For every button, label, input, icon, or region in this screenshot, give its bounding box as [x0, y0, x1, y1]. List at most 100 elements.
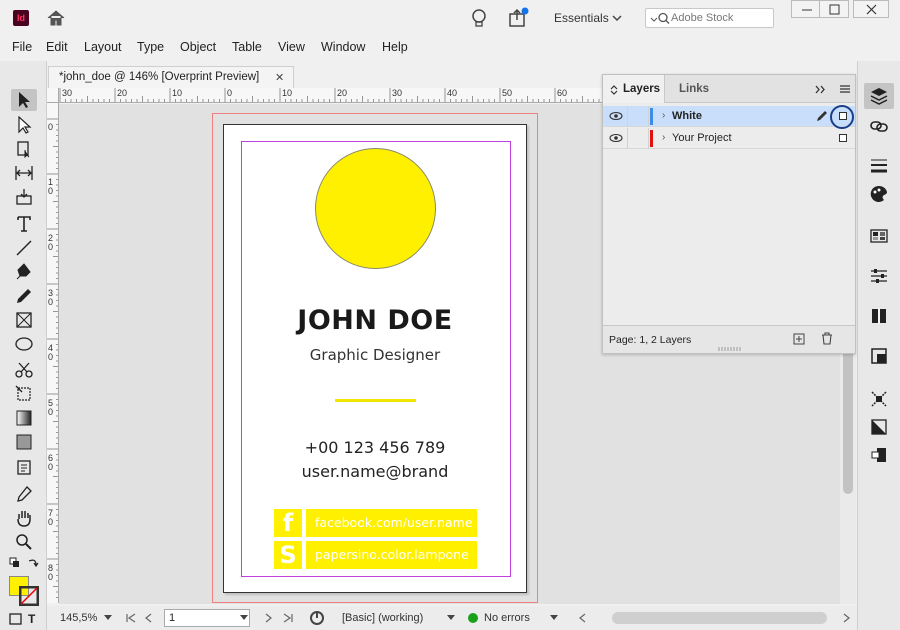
chevron-down-icon[interactable] — [240, 615, 248, 621]
visibility-eye-icon[interactable] — [609, 111, 623, 121]
page-tool[interactable] — [11, 138, 37, 160]
layer-row-white[interactable]: › White — [603, 105, 855, 129]
layer-selection-square[interactable] — [839, 112, 847, 120]
panel-menu-icon[interactable] — [839, 84, 851, 94]
first-page-icon[interactable] — [126, 613, 136, 623]
home-icon[interactable] — [46, 8, 66, 28]
menu-object[interactable]: Object — [180, 40, 216, 54]
dock-color-button[interactable] — [864, 181, 894, 207]
card-name[interactable]: JOHN DOE — [224, 305, 526, 336]
menu-file[interactable]: File — [12, 40, 32, 54]
pen-tool[interactable] — [11, 261, 37, 283]
expand-layer-icon[interactable]: › — [662, 110, 665, 121]
preflight-errors[interactable]: No errors — [484, 612, 530, 624]
format-container-icon[interactable] — [9, 613, 23, 625]
dock-pages-button[interactable] — [864, 303, 894, 329]
visibility-eye-icon[interactable] — [609, 133, 623, 143]
chevron-down-icon[interactable] — [612, 13, 622, 23]
ruler-origin[interactable] — [47, 88, 59, 103]
direct-selection-tool[interactable] — [11, 114, 37, 136]
trash-icon[interactable] — [821, 332, 833, 345]
swap-colors-icon[interactable] — [27, 557, 39, 569]
minimize-button[interactable] — [791, 0, 821, 18]
chevron-down-icon[interactable] — [104, 615, 112, 621]
card-phone[interactable]: +00 123 456 789 — [224, 438, 526, 457]
tab-links[interactable]: Links — [679, 83, 709, 95]
dock-layers-button[interactable] — [864, 83, 894, 109]
ellipse-tool[interactable] — [11, 333, 37, 355]
card-email[interactable]: user.name@brand — [224, 462, 526, 481]
horizontal-scrollbar-thumb[interactable] — [612, 612, 827, 624]
social-skype-text[interactable]: papersino.color.lampone — [306, 541, 477, 569]
document-tab[interactable]: *john_doe @ 146% [Overprint Preview] ✕ — [48, 66, 294, 88]
scrollbar-thumb[interactable] — [843, 344, 853, 494]
stock-search-input[interactable]: Adobe Stock — [645, 8, 774, 28]
dock-effects-button[interactable] — [864, 386, 894, 412]
dock-cc-libraries-button[interactable] — [864, 343, 894, 369]
photo-placeholder-circle[interactable] — [315, 148, 436, 269]
menu-type[interactable]: Type — [137, 40, 164, 54]
dock-stroke-button[interactable] — [864, 153, 894, 179]
share-icon[interactable] — [507, 7, 529, 29]
tab-layers[interactable]: Layers — [603, 75, 665, 103]
scroll-left-icon[interactable] — [578, 613, 588, 623]
panel-resize-grip[interactable] — [718, 346, 742, 352]
layer-name[interactable]: Your Project — [672, 132, 732, 144]
gradient-swatch-tool[interactable] — [11, 407, 37, 429]
card-divider[interactable] — [335, 399, 416, 402]
menu-view[interactable]: View — [278, 40, 305, 54]
panel-expand-icon[interactable] — [815, 85, 827, 94]
chevron-down-icon[interactable] — [550, 615, 558, 621]
card-job-title[interactable]: Graphic Designer — [224, 346, 526, 364]
new-layer-icon[interactable] — [793, 333, 805, 345]
chevron-down-icon[interactable] — [447, 615, 455, 621]
scissors-tool[interactable] — [11, 359, 37, 381]
dock-links-button[interactable] — [864, 113, 894, 139]
lightbulb-icon[interactable] — [470, 8, 488, 28]
skype-icon[interactable]: S — [274, 541, 302, 569]
menu-edit[interactable]: Edit — [46, 40, 68, 54]
page-number-field[interactable]: 1 — [164, 609, 250, 627]
menu-layout[interactable]: Layout — [84, 40, 122, 54]
document-page[interactable]: JOHN DOE Graphic Designer +00 123 456 78… — [223, 124, 527, 593]
gradient-feather-tool[interactable] — [11, 431, 37, 453]
eyedropper-tool[interactable] — [11, 483, 37, 505]
dock-gradient-button[interactable] — [864, 414, 894, 440]
zoom-tool[interactable] — [11, 531, 37, 553]
layer-row-your-project[interactable]: › Your Project — [603, 128, 855, 149]
panel-collapse-icon[interactable] — [610, 85, 618, 95]
dock-swatches-button[interactable] — [864, 223, 894, 249]
layer-selection-square[interactable] — [839, 134, 847, 142]
gap-tool[interactable] — [11, 162, 37, 184]
social-facebook-text[interactable]: facebook.com/user.name — [306, 509, 477, 537]
dock-text-wrap-button[interactable] — [864, 442, 894, 468]
pencil-tool[interactable] — [11, 285, 37, 307]
next-page-icon[interactable] — [263, 613, 273, 623]
default-colors-icon[interactable] — [9, 557, 21, 569]
expand-layer-icon[interactable]: › — [662, 132, 665, 143]
maximize-button[interactable] — [819, 0, 849, 18]
menu-help[interactable]: Help — [382, 40, 408, 54]
line-tool[interactable] — [11, 237, 37, 259]
zoom-level[interactable]: 145,5% — [60, 612, 97, 624]
layer-lock-toggle[interactable] — [627, 128, 649, 149]
free-transform-tool[interactable] — [11, 383, 37, 405]
dock-properties-button[interactable] — [864, 263, 894, 289]
content-collector-tool[interactable] — [11, 186, 37, 208]
selection-tool[interactable] — [11, 89, 37, 111]
close-window-button[interactable] — [853, 0, 889, 18]
type-tool[interactable] — [11, 213, 37, 235]
menu-window[interactable]: Window — [321, 40, 365, 54]
stroke-color-swatch[interactable] — [19, 586, 39, 606]
close-tab-icon[interactable]: ✕ — [275, 71, 284, 84]
facebook-icon[interactable]: f — [274, 509, 302, 537]
menu-table[interactable]: Table — [232, 40, 262, 54]
vertical-ruler[interactable]: 0 1 0 2 0 3 0 4 0 5 0 6 0 7 0 8 0 — [47, 103, 59, 603]
previous-page-icon[interactable] — [144, 613, 154, 623]
rectangle-frame-tool[interactable] — [11, 309, 37, 331]
scroll-right-icon[interactable] — [841, 613, 851, 623]
preflight-icon[interactable] — [309, 610, 325, 626]
preflight-profile[interactable]: [Basic] (working) — [342, 612, 423, 624]
note-tool[interactable] — [11, 457, 37, 479]
last-page-icon[interactable] — [283, 613, 293, 623]
